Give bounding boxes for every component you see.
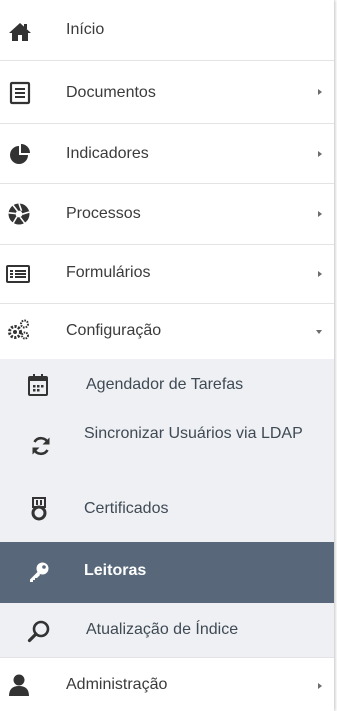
submenu-item-certificados[interactable]: Certificados [0,477,334,542]
aperture-icon [7,202,31,226]
submenu-item-label: Sincronizar Usuários via LDAP [84,425,303,442]
submenu-item-atualizacao-indice[interactable]: Atualização de Índice [0,603,334,657]
menu-item-inicio[interactable]: Início [0,0,334,61]
chevron-right-icon [318,211,322,217]
menu-item-label: Indicadores [66,145,149,162]
menu-item-documentos[interactable]: Documentos [0,61,334,124]
calendar-icon [26,373,50,397]
menu-item-label: Formulários [66,264,151,281]
submenu-item-label: Leitoras [84,562,147,579]
cogs-icon [6,318,30,342]
chevron-right-icon [318,271,322,277]
menu-item-label: Documentos [66,84,156,101]
chevron-down-icon [316,330,322,334]
pie-chart-icon [8,142,32,166]
key-icon [27,560,51,584]
document-icon [8,81,32,105]
user-icon [7,673,31,697]
form-list-icon [6,262,30,286]
submenu-item-label: Certificados [84,500,169,517]
chevron-right-icon [318,151,322,157]
menu-item-processos[interactable]: Processos [0,184,334,245]
menu-item-administracao[interactable]: Administração [0,657,334,711]
menu-item-label: Processos [66,205,141,222]
submenu-item-label: Agendador de Tarefas [86,376,244,393]
home-icon [8,20,32,44]
submenu-item-leitoras[interactable]: Leitoras [0,542,334,603]
menu-item-configuracao[interactable]: Configuração [0,304,334,359]
medal-icon [27,497,51,521]
menu-item-label: Administração [66,676,168,693]
submenu-item-label: Atualização de Índice [86,621,239,638]
chevron-right-icon [318,89,322,95]
chevron-right-icon [318,683,322,689]
menu-item-label: Configuração [66,322,162,339]
submenu-item-agendador[interactable]: Agendador de Tarefas [0,359,334,413]
menu-item-indicadores[interactable]: Indicadores [0,124,334,184]
menu-item-label: Início [66,21,105,38]
search-icon [27,619,51,643]
submenu-item-sincronizar-ldap[interactable]: Sincronizar Usuários via LDAP [0,413,334,477]
sync-icon [29,434,53,458]
navigation-menu: Início Documentos Indicadores Processos … [0,0,334,711]
menu-item-formularios[interactable]: Formulários [0,245,334,304]
